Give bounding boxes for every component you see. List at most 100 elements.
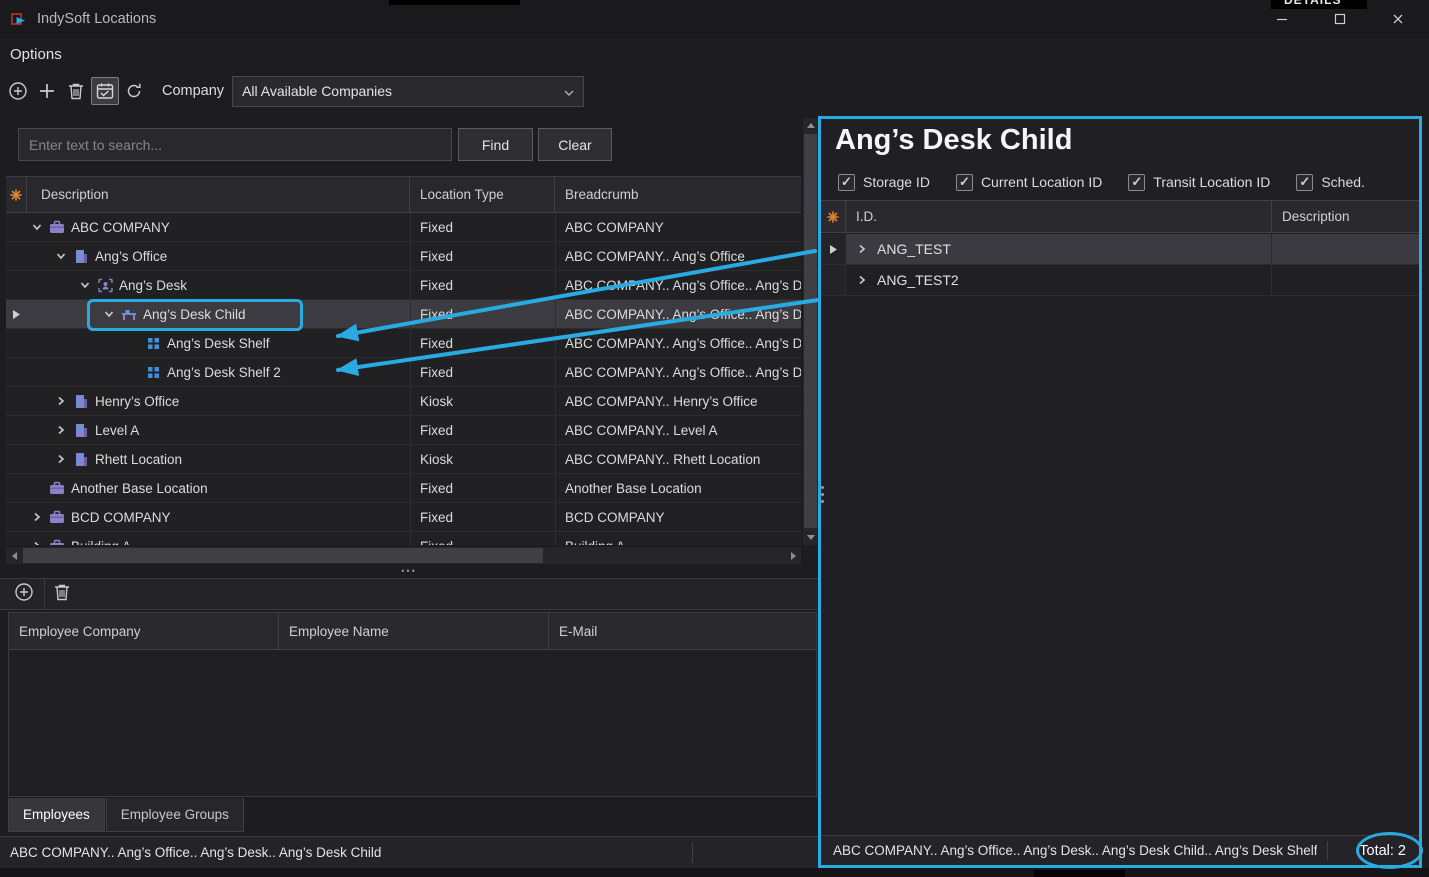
tree-cell-description: Ang’s Desk Child [26, 300, 410, 328]
row-header-cell [821, 265, 846, 295]
scrollbar-thumb[interactable] [804, 134, 817, 528]
detail-checkboxes: ✓Storage ID ✓Current Location ID ✓Transit … [838, 172, 1365, 192]
tree-cell-description: Ang’s Desk Shelf 2 [26, 358, 410, 386]
location-name: Building A [71, 539, 131, 546]
checkbox-current-location-id[interactable]: ✓Current Location ID [956, 174, 1102, 191]
expander-right-icon[interactable] [52, 395, 70, 407]
tree-horizontal-scrollbar[interactable] [6, 547, 801, 564]
delete-icon[interactable] [54, 583, 70, 606]
tree-row[interactable]: Ang’s Desk Shelf 2FixedABC COMPANY.. Ang… [6, 358, 801, 387]
tree-row[interactable]: Level AFixedABC COMPANY.. Level A [6, 416, 801, 445]
checkbox-label: Sched. [1321, 174, 1365, 190]
find-button[interactable]: Find [458, 128, 533, 161]
tree-row[interactable]: Rhett LocationKioskABC COMPANY.. Rhett L… [6, 445, 801, 474]
column-header-description[interactable]: Description [26, 177, 410, 212]
company-dropdown[interactable]: All Available Companies [232, 76, 584, 107]
expander-right-icon[interactable] [853, 243, 871, 255]
column-header-employee-company[interactable]: Employee Company [9, 613, 279, 649]
column-header-location-type[interactable]: Location Type [410, 177, 555, 212]
tree-cell-location-type: Fixed [410, 358, 555, 386]
column-header-breadcrumb[interactable]: Breadcrumb [555, 177, 801, 212]
row-header-cell [6, 271, 26, 299]
column-header-employee-name[interactable]: Employee Name [279, 613, 549, 649]
tree-cell-location-type: Fixed [410, 242, 555, 270]
scrollbar-thumb[interactable] [23, 548, 543, 563]
row-header-cell [6, 213, 26, 241]
location-tree-rows: ABC COMPANYFixedABC COMPANYAng’s OfficeF… [6, 213, 801, 545]
add-icon[interactable] [33, 77, 61, 105]
search-input[interactable] [18, 128, 452, 161]
clear-button[interactable]: Clear [538, 128, 612, 161]
add-circle-icon[interactable] [4, 77, 32, 105]
tree-row[interactable]: Another Base LocationFixedAnother Base L… [6, 474, 801, 503]
row-header-cell [6, 242, 26, 270]
tree-row[interactable]: Ang’s Desk ShelfFixedABC COMPANY.. Ang’s… [6, 329, 801, 358]
tree-row[interactable]: BCD COMPANYFixedBCD COMPANY [6, 503, 801, 532]
selected-row-pointer-icon [6, 300, 26, 328]
column-header-id[interactable]: I.D. [846, 201, 1272, 232]
statusbar-divider [1327, 841, 1328, 860]
detail-row[interactable]: ANG_TEST2 [821, 265, 1419, 296]
main-toolbar: Company All Available Companies [0, 70, 1429, 112]
tree-cell-breadcrumb: ABC COMPANY.. Level A [555, 416, 801, 444]
checkbox-box: ✓ [1296, 174, 1313, 191]
tree-cell-location-type: Fixed [410, 503, 555, 531]
location-name: BCD COMPANY [71, 510, 171, 525]
expander-right-icon[interactable] [28, 511, 46, 523]
delete-icon[interactable] [62, 77, 90, 105]
tree-row[interactable]: Building AFixedBuilding A [6, 532, 801, 545]
expander-down-icon[interactable] [100, 308, 118, 320]
detail-panel: Ang’s Desk Child ✓Storage ID✓Current Loc… [818, 116, 1422, 868]
horizontal-splitter[interactable]: ••• [0, 564, 818, 578]
checkbox-sched-[interactable]: ✓ Sched. [1296, 174, 1365, 191]
checkbox-box: ✓ [838, 174, 855, 191]
column-header-email[interactable]: E-Mail [549, 613, 816, 649]
company-dropdown-value: All Available Companies [242, 83, 392, 99]
detail-row[interactable]: ANG_TEST [821, 234, 1419, 265]
expander-down-icon[interactable] [52, 250, 70, 262]
location-name: Ang’s Desk Child [143, 307, 246, 322]
location-name: Ang’s Desk [119, 278, 187, 293]
column-header-description[interactable]: Description [1272, 201, 1419, 232]
scroll-down-icon[interactable] [803, 530, 818, 545]
tree-row[interactable]: Ang’s DeskFixedABC COMPANY.. Ang’s Offic… [6, 271, 801, 300]
calendar-check-icon[interactable] [91, 77, 119, 105]
selected-row-pointer-icon [821, 234, 846, 264]
screen-artifact-bottom [1034, 870, 1125, 877]
company-icon [46, 539, 68, 545]
scroll-left-icon[interactable] [6, 547, 22, 564]
tree-row[interactable]: Ang’s Desk ChildFixedABC COMPANY.. Ang’s… [6, 300, 801, 329]
tab-employee-groups[interactable]: Employee Groups [106, 798, 244, 832]
tree-row[interactable]: ABC COMPANYFixedABC COMPANY [6, 213, 801, 242]
location-name: Ang’s Desk Shelf 2 [167, 365, 281, 380]
app-icon [10, 11, 28, 27]
menu-options[interactable]: Options [0, 46, 72, 63]
checkbox-transit-location-id[interactable]: ✓Transit Location ID [1128, 174, 1270, 191]
scroll-up-icon[interactable] [803, 118, 818, 133]
expander-right-icon[interactable] [52, 424, 70, 436]
close-icon[interactable] [1369, 0, 1427, 38]
tree-row[interactable]: Henry’s OfficeKioskABC COMPANY.. Henry’s… [6, 387, 801, 416]
tree-cell-location-type: Fixed [410, 474, 555, 502]
expander-right-icon[interactable] [52, 453, 70, 465]
expander-down-icon[interactable] [76, 279, 94, 291]
tree-vertical-scrollbar[interactable] [803, 118, 818, 545]
refresh-icon[interactable] [120, 77, 148, 105]
add-circle-icon[interactable] [14, 582, 34, 607]
checkbox-storage-id[interactable]: ✓Storage ID [838, 174, 930, 191]
tree-cell-location-type: Fixed [410, 532, 555, 545]
tree-cell-breadcrumb: ABC COMPANY.. Ang’s Office.. Ang’s De [555, 329, 801, 357]
expander-down-icon[interactable] [28, 221, 46, 233]
location-name: Ang’s Desk Shelf [167, 336, 270, 351]
scroll-right-icon[interactable] [785, 547, 801, 564]
tab-employees[interactable]: Employees [8, 798, 105, 832]
tree-cell-breadcrumb: ABC COMPANY.. Rhett Location [555, 445, 801, 473]
detail-grid-header: I.D. Description [821, 200, 1419, 233]
tree-row[interactable]: Ang’s OfficeFixedABC COMPANY.. Ang’s Off… [6, 242, 801, 271]
row-header-cell [6, 387, 26, 415]
column-divider [555, 213, 556, 545]
expander-right-icon[interactable] [853, 274, 871, 286]
tree-cell-description: Another Base Location [26, 474, 410, 502]
panel-splitter-grip[interactable] [819, 478, 826, 510]
expander-right-icon[interactable] [28, 540, 46, 545]
